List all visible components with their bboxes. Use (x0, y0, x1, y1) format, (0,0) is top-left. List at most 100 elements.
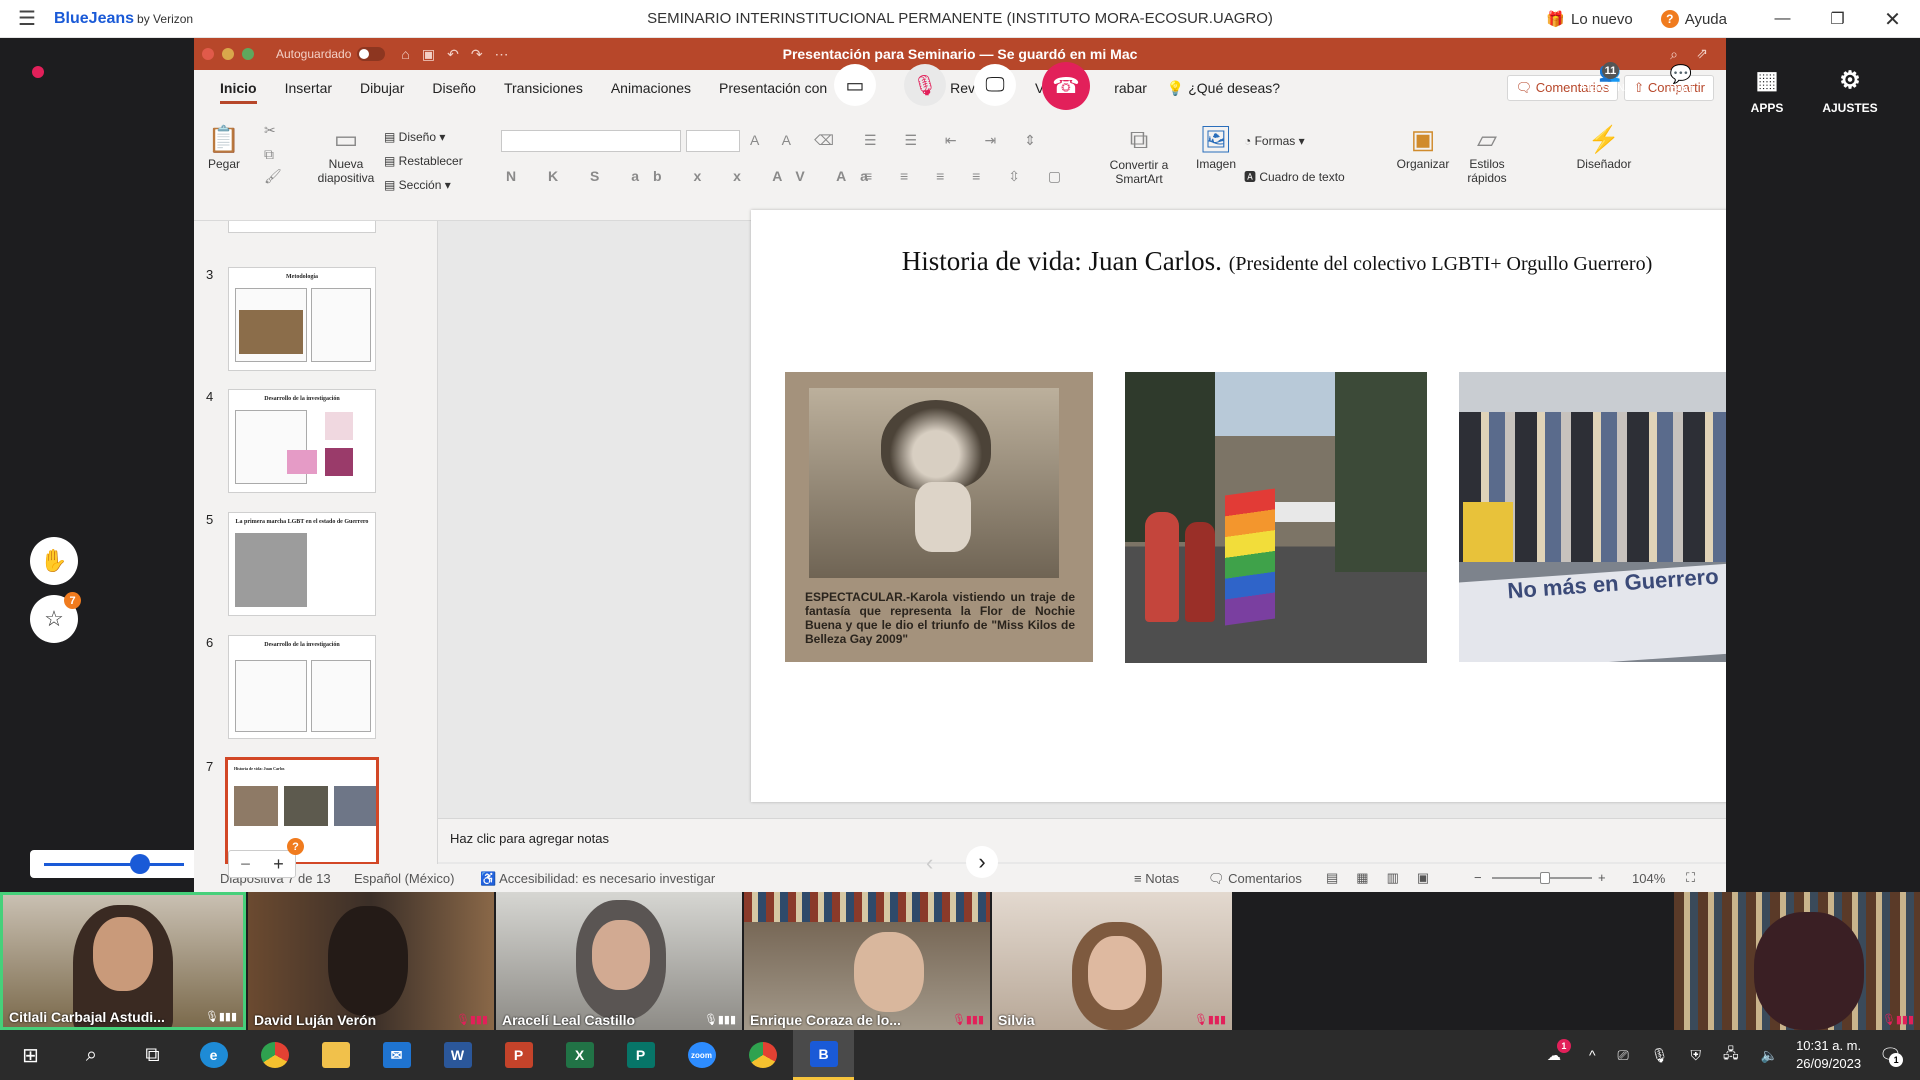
quick-styles-button[interactable]: ▱ Estilos rápidos (1464, 124, 1510, 185)
taskbar-excel[interactable]: X (549, 1030, 610, 1080)
language-status[interactable]: Español (México) (354, 871, 454, 886)
taskbar-word[interactable]: W (427, 1030, 488, 1080)
slider-thumb[interactable] (130, 854, 150, 874)
slide-thumbnail-3[interactable]: Metodología (228, 267, 376, 371)
clock[interactable]: 10:31 a. m. 26/09/2023 (1796, 1037, 1861, 1073)
search-button[interactable]: ⌕ (61, 1030, 122, 1080)
slide-thumbnails-pane[interactable]: 3 Metodología 4 Desarrollo de la investi… (194, 221, 438, 864)
apps-button[interactable]: ▦ APPS (1727, 66, 1807, 115)
participant-tile[interactable]: Enrique Coraza de lo... 🎙▮▮▮ (744, 892, 990, 1030)
tab-insertar[interactable]: Insertar (285, 72, 332, 104)
previous-slide-arrow[interactable]: ‹ (926, 850, 933, 876)
slide-thumbnail-2[interactable] (228, 221, 376, 233)
close-window-icon[interactable]: ✕ (1865, 7, 1920, 32)
arrange-button[interactable]: ▣ Organizar (1394, 124, 1452, 171)
fit-slide-icon[interactable]: ⛶ (1686, 870, 1695, 886)
font-size-buttons[interactable]: A A ⌫ (750, 132, 844, 149)
microphone-icon[interactable]: 🎙 (1651, 1047, 1669, 1064)
slide-thumbnail-4[interactable]: Desarrollo de la investigación (228, 389, 376, 493)
zoom-slider-thumb[interactable] (1540, 872, 1550, 884)
paste-button[interactable]: 📋 Pegar (204, 124, 244, 171)
next-slide-arrow[interactable]: › (966, 846, 998, 878)
list-buttons[interactable]: ☰ ☰ ⇤ ⇥ ⇕ (864, 132, 1048, 149)
slide-photo-march[interactable] (1125, 372, 1427, 663)
weather-icon[interactable]: ☁ 1 (1547, 1038, 1571, 1064)
textbox-button[interactable]: 🅰 Cuadro de texto (1244, 168, 1345, 185)
notes-pane[interactable]: Haz clic para agregar notas (438, 818, 1726, 862)
section-button[interactable]: ▤ Sección ▾ (384, 178, 451, 192)
slide-photo-newspaper[interactable]: ESPECTACULAR.-Karola vistiendo un traje … (785, 372, 1093, 662)
current-slide[interactable]: Historia de vida: Juan Carlos. (Presiden… (751, 210, 1726, 802)
start-button[interactable]: ⊞ (0, 1030, 61, 1080)
volume-icon[interactable]: 🔈 (1761, 1047, 1778, 1064)
slide-thumbnail-6[interactable]: Desarrollo de la investigación (228, 635, 376, 739)
zoom-out-icon[interactable]: − (240, 854, 251, 875)
minimize-window-icon[interactable]: — (1755, 10, 1810, 28)
self-view-tile[interactable]: 🎙▮▮▮ (1674, 892, 1920, 1030)
accessibility-status[interactable]: ♿ Accesibilidad: es necesario investigar (480, 871, 715, 887)
taskbar-mail[interactable]: ✉ (366, 1030, 427, 1080)
image-button[interactable]: 🖼 Imagen (1194, 124, 1238, 171)
minimize-traffic-light[interactable] (222, 48, 234, 60)
slide-title[interactable]: Historia de vida: Juan Carlos. (Presiden… (751, 246, 1726, 277)
zoom-traffic-light[interactable] (242, 48, 254, 60)
end-call-button[interactable]: ☎ (1042, 62, 1090, 110)
notifications-icon[interactable]: 🗨1 (1879, 1045, 1904, 1067)
share-zoom-buttons[interactable]: − + (228, 850, 296, 878)
restore-window-icon[interactable]: ❐ (1810, 9, 1865, 29)
video-zoom-slider[interactable] (30, 850, 198, 878)
designer-button[interactable]: ⚡ Diseñador (1574, 124, 1634, 171)
tab-inicio[interactable]: Inicio (220, 72, 257, 104)
taskbar-bluejeans[interactable]: B (793, 1030, 854, 1080)
zoom-slider[interactable] (1492, 872, 1592, 884)
participant-tile[interactable]: Aracelí Leal Castillo 🎙▮▮▮ (496, 892, 742, 1030)
taskbar-edge[interactable]: e (183, 1030, 244, 1080)
notes-toggle[interactable]: ≡ Notas (1134, 871, 1179, 886)
shapes-button[interactable]: ◔ Formas ▾ (1244, 134, 1305, 148)
mute-toggle-button[interactable]: 🎙 (904, 64, 946, 106)
share-link-icon[interactable]: ⇗ (1696, 45, 1708, 62)
whats-new-button[interactable]: 🎁 Lo nuevo (1546, 10, 1632, 29)
tab-grabar[interactable]: rabar (1114, 72, 1147, 104)
font-size-combo[interactable] (686, 130, 740, 152)
screen-share-button[interactable]: 🖵 (974, 64, 1016, 106)
tab-presentacion[interactable]: Presentación con (719, 72, 827, 104)
taskbar-explorer[interactable] (305, 1030, 366, 1080)
tab-animaciones[interactable]: Animaciones (611, 72, 691, 104)
task-view-button[interactable]: ⧉ (122, 1030, 183, 1080)
hamburger-menu-icon[interactable]: ☰ (0, 6, 54, 31)
layout-button[interactable]: ▤ Diseño ▾ (384, 130, 445, 144)
zoom-in-icon[interactable]: + (273, 854, 284, 875)
taskbar-zoom[interactable]: zoom (671, 1030, 732, 1080)
font-family-combo[interactable] (501, 130, 681, 152)
zoom-out-icon[interactable]: − (1474, 870, 1482, 885)
taskbar-chrome[interactable] (244, 1030, 305, 1080)
settings-button[interactable]: ⚙ AJUSTES (1810, 66, 1890, 115)
taskbar-powerpoint[interactable]: P (488, 1030, 549, 1080)
slide-thumbnail-5[interactable]: La primera marcha LGBT en el estado de G… (228, 512, 376, 616)
zoom-level[interactable]: 104% (1632, 871, 1665, 886)
participant-tile[interactable]: David Luján Verón 🎙▮▮▮ (248, 892, 494, 1030)
new-slide-button[interactable]: ▭ Nueva diapositiva (314, 124, 378, 185)
quick-access-icons[interactable]: ⌂▣↶↷⋯ (401, 46, 520, 63)
taskbar-publisher[interactable]: P (610, 1030, 671, 1080)
format-painter-icon[interactable]: 🖌 (264, 168, 282, 185)
tab-revisar[interactable]: Rev (950, 72, 975, 104)
security-icon[interactable]: ⛨ (1691, 1047, 1702, 1064)
zoom-in-icon[interactable]: + (1598, 870, 1606, 885)
view-buttons[interactable]: ▤▦▥▣ (1326, 870, 1447, 886)
reset-button[interactable]: ▤ Restablecer (384, 154, 463, 168)
slide-photo-group[interactable]: No más en Guerrero (1459, 372, 1726, 662)
raise-hand-button[interactable]: ✋ (30, 537, 78, 585)
copy-icon[interactable]: ⧉ (264, 146, 274, 163)
taskbar-chrome-profile[interactable] (732, 1030, 793, 1080)
search-icon[interactable]: ⌕ (1670, 46, 1678, 63)
font-style-buttons[interactable]: N K S ab x x AV Aa (506, 168, 882, 184)
network-icon[interactable]: 🖧 (1723, 1043, 1739, 1067)
comments-toggle[interactable]: 🗨 Comentarios (1208, 871, 1302, 887)
tab-diseno[interactable]: Diseño (432, 72, 476, 104)
tab-transiciones[interactable]: Transiciones (504, 72, 583, 104)
close-traffic-light[interactable] (202, 48, 214, 60)
tray-overflow-icon[interactable]: ^ (1589, 1047, 1596, 1063)
tab-dibujar[interactable]: Dibujar (360, 72, 404, 104)
